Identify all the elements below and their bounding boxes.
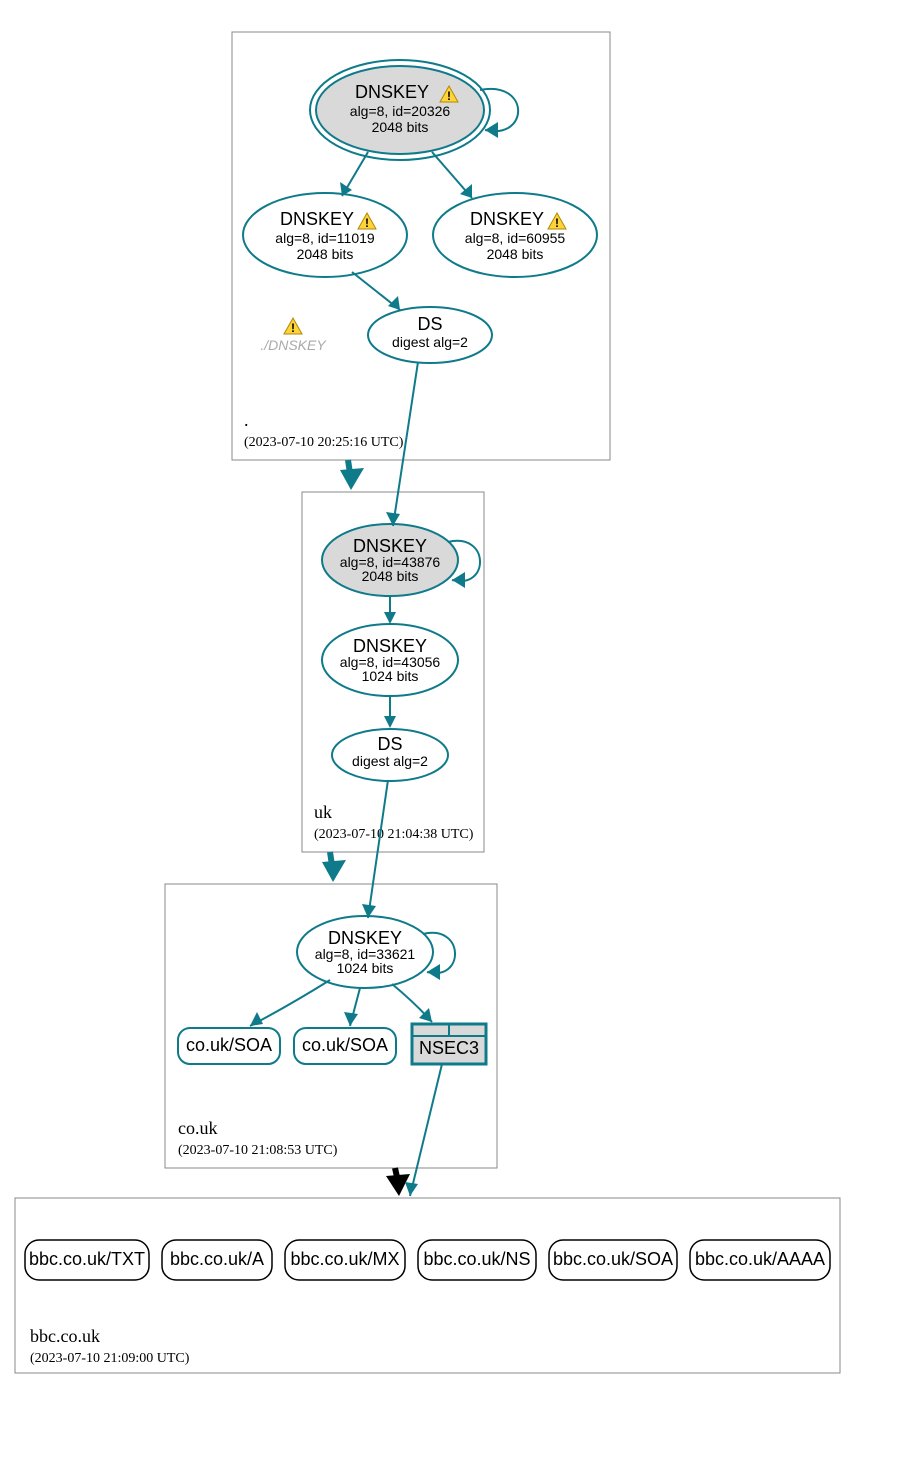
svg-text:!: ! xyxy=(291,321,295,335)
zone-name-root: . xyxy=(244,410,249,430)
node-bbc-mx[interactable]: bbc.co.uk/MX xyxy=(285,1240,405,1280)
zone-box-bbc xyxy=(15,1198,840,1373)
svg-text:alg=8, id=60955: alg=8, id=60955 xyxy=(465,230,566,246)
node-root-zsk1[interactable]: DNSKEY alg=8, id=11019 2048 bits ! xyxy=(243,193,407,277)
svg-text:DS: DS xyxy=(417,314,442,334)
zone-name-couk: co.uk xyxy=(178,1118,218,1138)
svg-text:bbc.co.uk/A: bbc.co.uk/A xyxy=(170,1249,264,1269)
svg-text:bbc.co.uk/TXT: bbc.co.uk/TXT xyxy=(29,1249,145,1269)
svg-text:alg=8, id=11019: alg=8, id=11019 xyxy=(275,230,375,246)
zone-ts-uk: (2023-07-10 21:04:38 UTC) xyxy=(314,827,474,842)
svg-text:!: ! xyxy=(365,216,369,230)
node-root-zsk2[interactable]: DNSKEY alg=8, id=60955 2048 bits ! xyxy=(433,193,597,277)
svg-text:co.uk/SOA: co.uk/SOA xyxy=(186,1035,272,1055)
svg-text:co.uk/SOA: co.uk/SOA xyxy=(302,1035,388,1055)
svg-text:bbc.co.uk/AAAA: bbc.co.uk/AAAA xyxy=(695,1249,825,1269)
svg-text:!: ! xyxy=(555,216,559,230)
zone-name-bbc: bbc.co.uk xyxy=(30,1326,100,1346)
zone-ts-bbc: (2023-07-10 21:09:00 UTC) xyxy=(30,1351,190,1366)
svg-text:1024 bits: 1024 bits xyxy=(362,668,419,684)
svg-text:bbc.co.uk/NS: bbc.co.uk/NS xyxy=(423,1249,530,1269)
node-uk-zsk[interactable]: DNSKEY alg=8, id=43056 1024 bits xyxy=(322,624,458,696)
svg-text:DNSKEY: DNSKEY xyxy=(280,209,354,229)
node-root-ds[interactable]: DS digest alg=2 xyxy=(368,307,492,363)
svg-text:DNSKEY: DNSKEY xyxy=(353,636,427,656)
svg-text:NSEC3: NSEC3 xyxy=(419,1038,479,1058)
svg-text:DS: DS xyxy=(377,734,402,754)
svg-text:2048 bits: 2048 bits xyxy=(362,568,419,584)
node-bbc-a[interactable]: bbc.co.uk/A xyxy=(162,1240,272,1280)
node-bbc-txt[interactable]: bbc.co.uk/TXT xyxy=(25,1240,149,1280)
zone-ts-root: (2023-07-10 20:25:16 UTC) xyxy=(244,435,404,450)
node-bbc-aaaa[interactable]: bbc.co.uk/AAAA xyxy=(690,1240,830,1280)
warning-dnskey-root: ! xyxy=(284,318,302,335)
svg-text:1024 bits: 1024 bits xyxy=(337,960,394,976)
svg-text:DNSKEY: DNSKEY xyxy=(470,209,544,229)
svg-text:digest alg=2: digest alg=2 xyxy=(392,334,468,350)
edge-nsec3-bbc xyxy=(410,1064,442,1196)
node-couk-soa1[interactable]: co.uk/SOA xyxy=(178,1028,280,1064)
edge-coukksk-soa1 xyxy=(250,980,330,1026)
edge-ukds-coukksk xyxy=(368,780,388,918)
zone-ts-couk: (2023-07-10 21:08:53 UTC) xyxy=(178,1143,338,1158)
svg-text:DNSKEY: DNSKEY xyxy=(328,928,402,948)
svg-text:bbc.co.uk/MX: bbc.co.uk/MX xyxy=(290,1249,399,1269)
svg-text:2048 bits: 2048 bits xyxy=(372,119,429,135)
node-bbc-ns[interactable]: bbc.co.uk/NS xyxy=(418,1240,536,1280)
dnssec-diagram: . (2023-07-10 20:25:16 UTC) DNSKEY alg=8… xyxy=(0,0,907,1482)
node-couk-ksk[interactable]: DNSKEY alg=8, id=33621 1024 bits xyxy=(297,916,433,988)
svg-text:DNSKEY: DNSKEY xyxy=(355,82,429,102)
svg-text:!: ! xyxy=(447,89,451,103)
svg-text:2048 bits: 2048 bits xyxy=(487,246,544,262)
svg-text:DNSKEY: DNSKEY xyxy=(353,536,427,556)
node-couk-soa2[interactable]: co.uk/SOA xyxy=(294,1028,396,1064)
svg-text:2048 bits: 2048 bits xyxy=(297,246,354,262)
node-bbc-soa[interactable]: bbc.co.uk/SOA xyxy=(549,1240,677,1280)
node-uk-ksk[interactable]: DNSKEY alg=8, id=43876 2048 bits xyxy=(322,524,458,596)
node-root-ksk[interactable]: DNSKEY alg=8, id=20326 2048 bits ! xyxy=(310,60,490,160)
svg-text:bbc.co.uk/SOA: bbc.co.uk/SOA xyxy=(553,1249,673,1269)
svg-text:alg=8, id=20326: alg=8, id=20326 xyxy=(350,103,451,119)
svg-text:digest alg=2: digest alg=2 xyxy=(352,753,428,769)
node-couk-nsec3[interactable]: NSEC3 xyxy=(412,1024,486,1064)
node-uk-ds[interactable]: DS digest alg=2 xyxy=(332,729,448,781)
zone-name-uk: uk xyxy=(314,802,332,822)
warning-dnskey-root-label: ./DNSKEY xyxy=(260,337,327,353)
